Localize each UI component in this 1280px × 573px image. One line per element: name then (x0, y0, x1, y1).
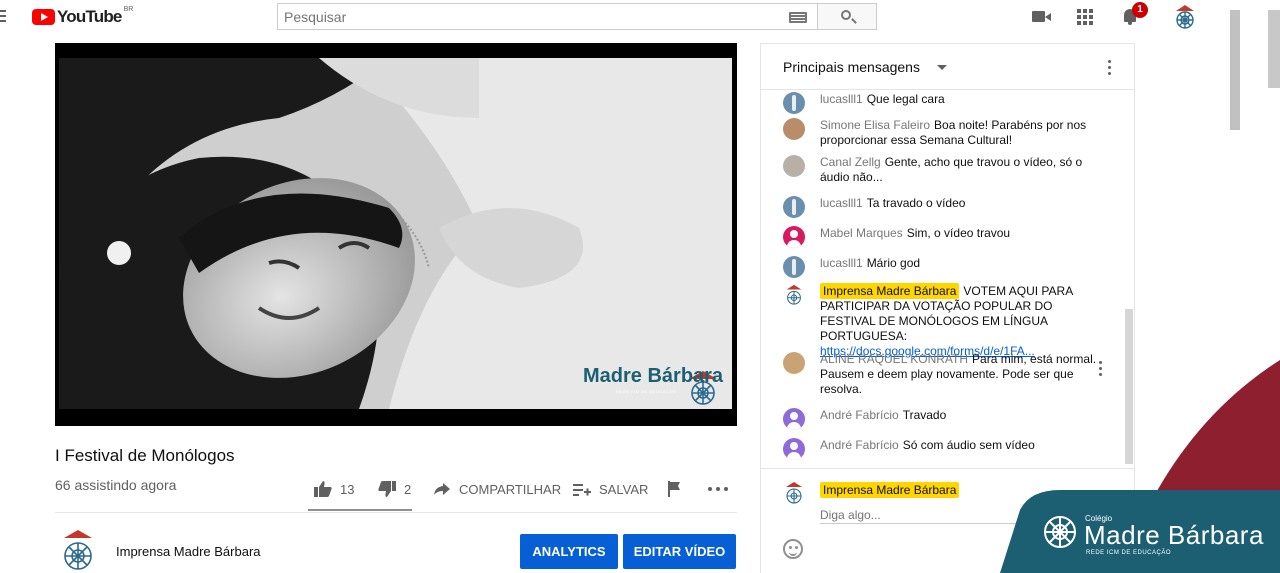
author-avatar[interactable] (783, 256, 805, 278)
message-text: Mário god (866, 256, 921, 270)
chat-more-icon[interactable] (1108, 60, 1111, 75)
author-name[interactable]: Imprensa Madre Bárbara (820, 283, 960, 299)
save-label: SALVAR (599, 481, 649, 497)
chat-message[interactable]: Imprensa Madre Bárbara VOTEM AQUI PARA PA… (783, 283, 1103, 359)
chat-message[interactable]: lucaslll1 Mário god (783, 256, 1103, 278)
author-avatar[interactable] (783, 352, 805, 374)
share-button[interactable]: COMPARTILHAR (433, 481, 561, 497)
share-label: COMPARTILHAR (459, 481, 562, 497)
author-avatar[interactable] (783, 118, 805, 140)
search-icon (841, 10, 851, 20)
message-text: Que legal cara (866, 92, 945, 106)
share-arrow-icon (434, 483, 450, 495)
chat-message[interactable]: Simone Elisa Faleiro Boa noite! Parabéns … (783, 118, 1103, 148)
youtube-wordmark: YouTube (57, 7, 122, 26)
video-watermark-text: Madre Bárbara (583, 365, 724, 387)
video-player[interactable]: Madre Bárbara REDE ICM DE EDUCAÇÃO (55, 43, 737, 426)
chat-message[interactable]: Canal Zellg Gente, acho que travou o víde… (783, 155, 1103, 185)
account-avatar[interactable] (1172, 3, 1198, 31)
create-video-icon[interactable] (1032, 11, 1051, 22)
brand-name: Madre Bárbara (1084, 520, 1264, 550)
report-flag-icon[interactable] (668, 481, 682, 497)
chat-header: Principais mensagens (761, 44, 1134, 90)
chat-message[interactable]: lucaslll1 Ta travado o vídeo (783, 196, 1103, 218)
divider (55, 512, 737, 513)
emoji-icon[interactable] (783, 539, 803, 559)
menu-icon[interactable] (0, 10, 6, 24)
playlist-add-icon (573, 484, 591, 496)
author-avatar[interactable] (783, 284, 805, 306)
chat-message[interactable]: Mabel Marques Sim, o vídeo travou (783, 226, 1103, 248)
author-name[interactable]: ALINE RAQUEL KONRATH (820, 352, 968, 366)
thumbs-down-icon (378, 481, 396, 497)
window-scrollbar[interactable] (1268, 10, 1280, 88)
author-name[interactable]: lucaslll1 (820, 256, 863, 270)
author-name[interactable]: André Fabrício (820, 438, 899, 452)
keyboard-icon[interactable] (789, 12, 807, 23)
author-name[interactable]: Canal Zellg (820, 155, 881, 169)
author-name[interactable]: Mabel Marques (820, 226, 903, 240)
author-avatar[interactable] (783, 92, 805, 114)
message-text: Ta travado o vídeo (866, 196, 966, 210)
video-frame-image (59, 58, 732, 409)
brand-subtitle: REDE ICM DE EDUCAÇÃO (1086, 550, 1172, 556)
message-text: Travado (902, 408, 947, 422)
chat-mode-selector[interactable]: Principais mensagens (783, 59, 920, 75)
author-avatar[interactable] (783, 155, 805, 177)
input-author-avatar (786, 482, 802, 504)
apps-grid-icon[interactable] (1077, 9, 1093, 25)
input-author-name: Imprensa Madre Bárbara (820, 482, 960, 498)
top-bar: YouTube BR 1 (0, 0, 1244, 34)
notification-badge: 1 (1132, 2, 1148, 18)
channel-avatar[interactable] (58, 528, 98, 572)
author-name[interactable]: André Fabrício (820, 408, 899, 422)
search-input[interactable] (278, 4, 758, 29)
chevron-down-icon[interactable] (937, 65, 947, 70)
thumbs-up-icon (314, 481, 332, 497)
video-title: I Festival de Monólogos (55, 446, 235, 465)
search-button[interactable] (817, 3, 877, 30)
chat-message[interactable]: lucaslll1 Que legal cara (783, 92, 1103, 114)
analytics-button[interactable]: ANALYTICS (520, 534, 618, 569)
like-count: 13 (340, 481, 355, 497)
dislike-count: 2 (404, 481, 412, 497)
page-scrollbar[interactable] (1230, 10, 1240, 130)
dislike-button[interactable]: 2 (378, 481, 411, 497)
author-avatar[interactable] (783, 408, 805, 430)
like-ratio-bar (308, 509, 412, 511)
youtube-play-icon (32, 9, 55, 25)
search-box (277, 3, 817, 30)
author-name[interactable]: lucaslll1 (820, 92, 863, 106)
youtube-live-page: YouTube BR 1 (0, 0, 1280, 573)
channel-name[interactable]: Imprensa Madre Bárbara (116, 544, 261, 559)
save-button[interactable]: SALVAR (573, 481, 648, 497)
viewer-count: 66 assistindo agora (55, 477, 177, 493)
country-code: BR (123, 6, 134, 13)
author-name[interactable]: Simone Elisa Faleiro (820, 118, 930, 132)
video-watermark-subtitle: REDE ICM DE EDUCAÇÃO (616, 389, 677, 394)
like-button[interactable]: 13 (314, 481, 354, 497)
edit-video-button[interactable]: EDITAR VÍDEO (623, 534, 736, 569)
youtube-logo[interactable]: YouTube BR (32, 6, 134, 27)
author-name[interactable]: lucaslll1 (820, 196, 863, 210)
author-avatar[interactable] (783, 226, 805, 248)
message-text: Sim, o vídeo travou (906, 226, 1011, 240)
more-actions-icon[interactable] (708, 487, 728, 491)
author-avatar[interactable] (783, 438, 805, 460)
author-avatar[interactable] (783, 196, 805, 218)
